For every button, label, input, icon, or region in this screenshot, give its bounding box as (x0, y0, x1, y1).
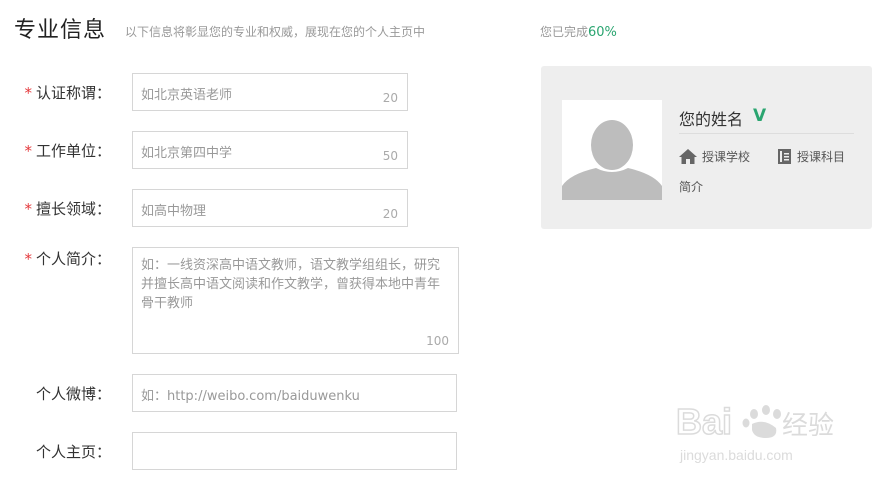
baidu-logo-watermark: Bai 经验 jingyan.baidu.com (675, 400, 834, 463)
title-label: * 认证称谓： (16, 82, 111, 103)
page-title: 专业信息 (14, 18, 107, 43)
expertise-char-limit: 20 (382, 207, 398, 221)
workplace-char-limit: 50 (382, 149, 398, 163)
bio-placeholder: 如：一线资深高中语文教师，语文教学组组长，研究并擅长高中语文阅读和作文教学，曾获… (141, 258, 441, 311)
title-label-text: 认证称谓： (35, 84, 111, 102)
title-char-limit: 20 (382, 91, 398, 105)
expertise-placeholder: 如高中物理 (141, 204, 207, 219)
required-mark: * (24, 250, 32, 268)
expertise-input[interactable]: 如高中物理 20 (132, 189, 408, 227)
profile-preview-card: 您的姓名 V 授课学校 授课科目 简介 (541, 66, 872, 229)
card-divider (679, 133, 854, 134)
expertise-label: * 擅长领域： (16, 198, 111, 219)
subject-label: 授课科目 (797, 150, 846, 164)
baidu-jingyan-watermark: Bai 经验 jingyan.baidu.com (675, 392, 846, 472)
workplace-label: * 工作单位： (16, 140, 111, 161)
avatar (562, 100, 662, 200)
workplace-input[interactable]: 如北京第四中学 50 (132, 131, 408, 169)
default-avatar-icon (562, 100, 662, 200)
bio-label-text: 个人简介： (35, 250, 111, 268)
watermark-url: jingyan.baidu.com (679, 447, 793, 463)
homepage-input[interactable] (132, 432, 457, 470)
homepage-label-text: 个人主页： (35, 443, 111, 461)
bio-label: * 个人简介： (16, 248, 111, 269)
svg-text:Bai: Bai (676, 401, 732, 442)
weibo-label: 个人微博： (16, 383, 111, 404)
homepage-label: 个人主页： (16, 441, 111, 462)
school-label: 授课学校 (702, 150, 751, 164)
page-subtitle: 以下信息将彰显您的专业和权威，展现在您的个人主页中 (125, 25, 426, 39)
progress-value: 60% (588, 25, 617, 40)
book-icon (778, 149, 791, 164)
svg-text:经验: 经验 (782, 410, 834, 440)
workplace-placeholder: 如北京第四中学 (141, 146, 233, 161)
bio-char-limit: 100 (426, 334, 449, 348)
intro-label: 简介 (679, 180, 704, 194)
completion-progress: 您已完成60% (540, 23, 617, 40)
weibo-placeholder: 如：http://weibo.com/baiduwenku (141, 389, 360, 404)
subject-info: 授课科目 (777, 148, 845, 165)
title-placeholder: 如北京英语老师 (141, 88, 233, 103)
home-icon (679, 149, 697, 164)
verified-icon: V (753, 106, 767, 126)
required-mark: * (24, 200, 32, 218)
workplace-label-text: 工作单位： (35, 142, 111, 160)
required-mark: * (24, 84, 32, 102)
teacher-name: 您的姓名 (679, 110, 744, 129)
required-mark: * (24, 142, 32, 160)
progress-prefix: 您已完成 (540, 25, 589, 39)
title-input[interactable]: 如北京英语老师 20 (132, 73, 408, 111)
school-info: 授课学校 (679, 148, 750, 165)
weibo-input[interactable]: 如：http://weibo.com/baiduwenku (132, 374, 457, 412)
expertise-label-text: 擅长领域： (35, 200, 111, 218)
weibo-label-text: 个人微博： (35, 385, 111, 403)
bio-textarea[interactable]: 如：一线资深高中语文教师，语文教学组组长，研究并擅长高中语文阅读和作文教学，曾获… (132, 247, 459, 354)
